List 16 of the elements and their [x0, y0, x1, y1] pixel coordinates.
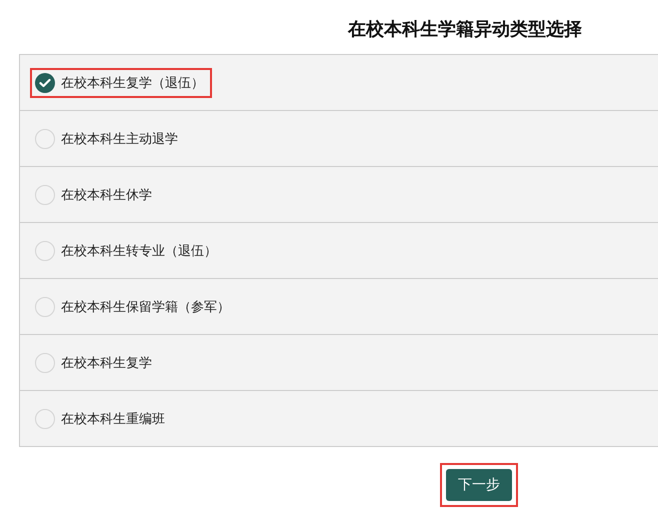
radio-option[interactable]: 在校本科生重编班	[30, 404, 173, 434]
radio-icon	[35, 296, 55, 316]
radio-icon	[35, 240, 55, 260]
next-button[interactable]: 下一步	[446, 469, 512, 501]
radio-option[interactable]: 在校本科生复学（退伍）	[30, 68, 212, 98]
radio-icon	[35, 128, 55, 148]
page-title: 在校本科生学籍异动类型选择	[346, 18, 583, 42]
radio-option[interactable]: 在校本科生转专业（退伍）	[30, 236, 225, 266]
checked-radio-icon	[35, 72, 55, 92]
radio-option[interactable]: 在校本科生复学	[30, 348, 160, 378]
radio-icon	[35, 408, 55, 428]
radio-icon	[35, 184, 55, 204]
radio-option[interactable]: 在校本科生休学	[30, 180, 160, 210]
radio-option[interactable]: 在校本科生保留学籍（参军）	[30, 292, 238, 322]
radio-option[interactable]: 在校本科生主动退学	[30, 124, 186, 154]
radio-icon	[35, 352, 55, 372]
